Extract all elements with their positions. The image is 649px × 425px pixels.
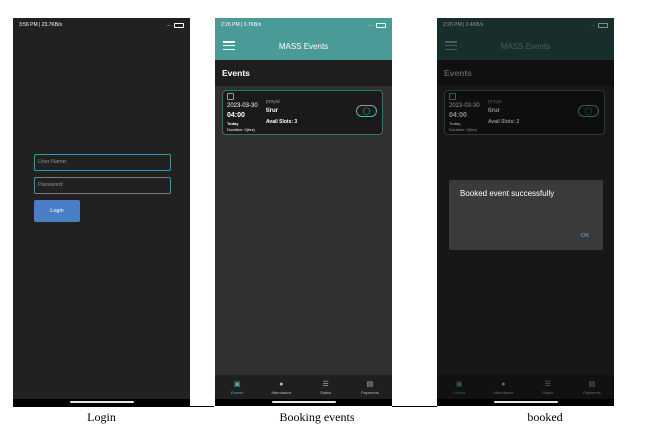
nav-item-status[interactable]: ☰ Status bbox=[304, 375, 348, 399]
gesture-bar[interactable] bbox=[215, 399, 392, 406]
gesture-handle bbox=[271, 401, 336, 403]
payment-icon: ▤ bbox=[366, 380, 374, 388]
status-bar: 3:56 PM | 23.7KB/s … bbox=[13, 18, 190, 32]
battery-icon bbox=[174, 22, 184, 28]
hamburger-menu-icon[interactable] bbox=[223, 41, 235, 50]
gesture-handle bbox=[69, 401, 134, 403]
status-icons: … bbox=[166, 18, 184, 32]
dialog-message: Booked event successfully bbox=[460, 189, 555, 198]
status-left: 2:26 PM | 0.7KB/s bbox=[221, 22, 262, 28]
bottom-navigation: ▣ Events ● Attendance ☰ Status ▤ Payments bbox=[215, 375, 392, 399]
caption-rule bbox=[13, 406, 214, 407]
app-bar: MASS Events bbox=[215, 32, 392, 60]
event-duration: Duration: 0(hrs) bbox=[227, 127, 255, 132]
event-slots: Avail Slots: 3 bbox=[266, 119, 298, 125]
caption-login: Login bbox=[87, 410, 116, 424]
gesture-bar[interactable] bbox=[437, 399, 614, 406]
username-field[interactable]: User Name: bbox=[34, 154, 171, 171]
event-day: Today bbox=[227, 121, 239, 126]
section-title: Events bbox=[215, 60, 392, 86]
book-event-button[interactable]: ◯ bbox=[356, 105, 377, 117]
gesture-bar[interactable] bbox=[13, 399, 190, 406]
status-icons: … bbox=[368, 18, 386, 32]
caption-booking: Booking events bbox=[279, 410, 355, 424]
dialog-ok-button[interactable]: OK bbox=[581, 233, 589, 239]
status-left: 3:56 PM | 23.7KB/s bbox=[19, 22, 62, 28]
nav-item-payments[interactable]: ▤ Payments bbox=[348, 375, 392, 399]
list-icon: ☰ bbox=[322, 380, 329, 388]
event-location: tirur bbox=[266, 108, 278, 114]
calendar-icon: ▣ bbox=[233, 380, 241, 388]
bell-icon: ◯ bbox=[362, 108, 371, 115]
battery-icon bbox=[376, 22, 386, 28]
status-bar: 2:26 PM | 0.7KB/s … bbox=[215, 18, 392, 32]
app-title: MASS Events bbox=[278, 41, 329, 51]
booking-screen: 2:26 PM | 0.7KB/s … MASS Events Events 2… bbox=[215, 18, 392, 406]
event-card[interactable]: 2023-03-30 04:00 Today Duration: 0(hrs) … bbox=[222, 90, 383, 135]
login-screen: 3:56 PM | 23.7KB/s … User Name: Password… bbox=[13, 18, 190, 406]
nav-item-events[interactable]: ▣ Events bbox=[215, 375, 259, 399]
caption-rule bbox=[392, 406, 437, 407]
event-organizer: proyal bbox=[266, 99, 280, 105]
booked-screen: 2:26 PM | 3.4KB/s … MASS Events Events 2… bbox=[437, 18, 614, 406]
login-button[interactable]: Login bbox=[34, 200, 80, 222]
attendance-icon: ● bbox=[279, 380, 284, 388]
calendar-icon bbox=[227, 93, 234, 100]
caption-booked: booked bbox=[527, 410, 563, 424]
password-field[interactable]: Password: bbox=[34, 177, 171, 194]
event-date: 2023-03-30 bbox=[227, 103, 258, 109]
booking-success-dialog: Booked event successfully OK bbox=[449, 180, 603, 250]
nav-item-attendance[interactable]: ● Attendance bbox=[259, 375, 303, 399]
gesture-handle bbox=[493, 401, 558, 403]
event-time: 04:00 bbox=[227, 112, 245, 119]
